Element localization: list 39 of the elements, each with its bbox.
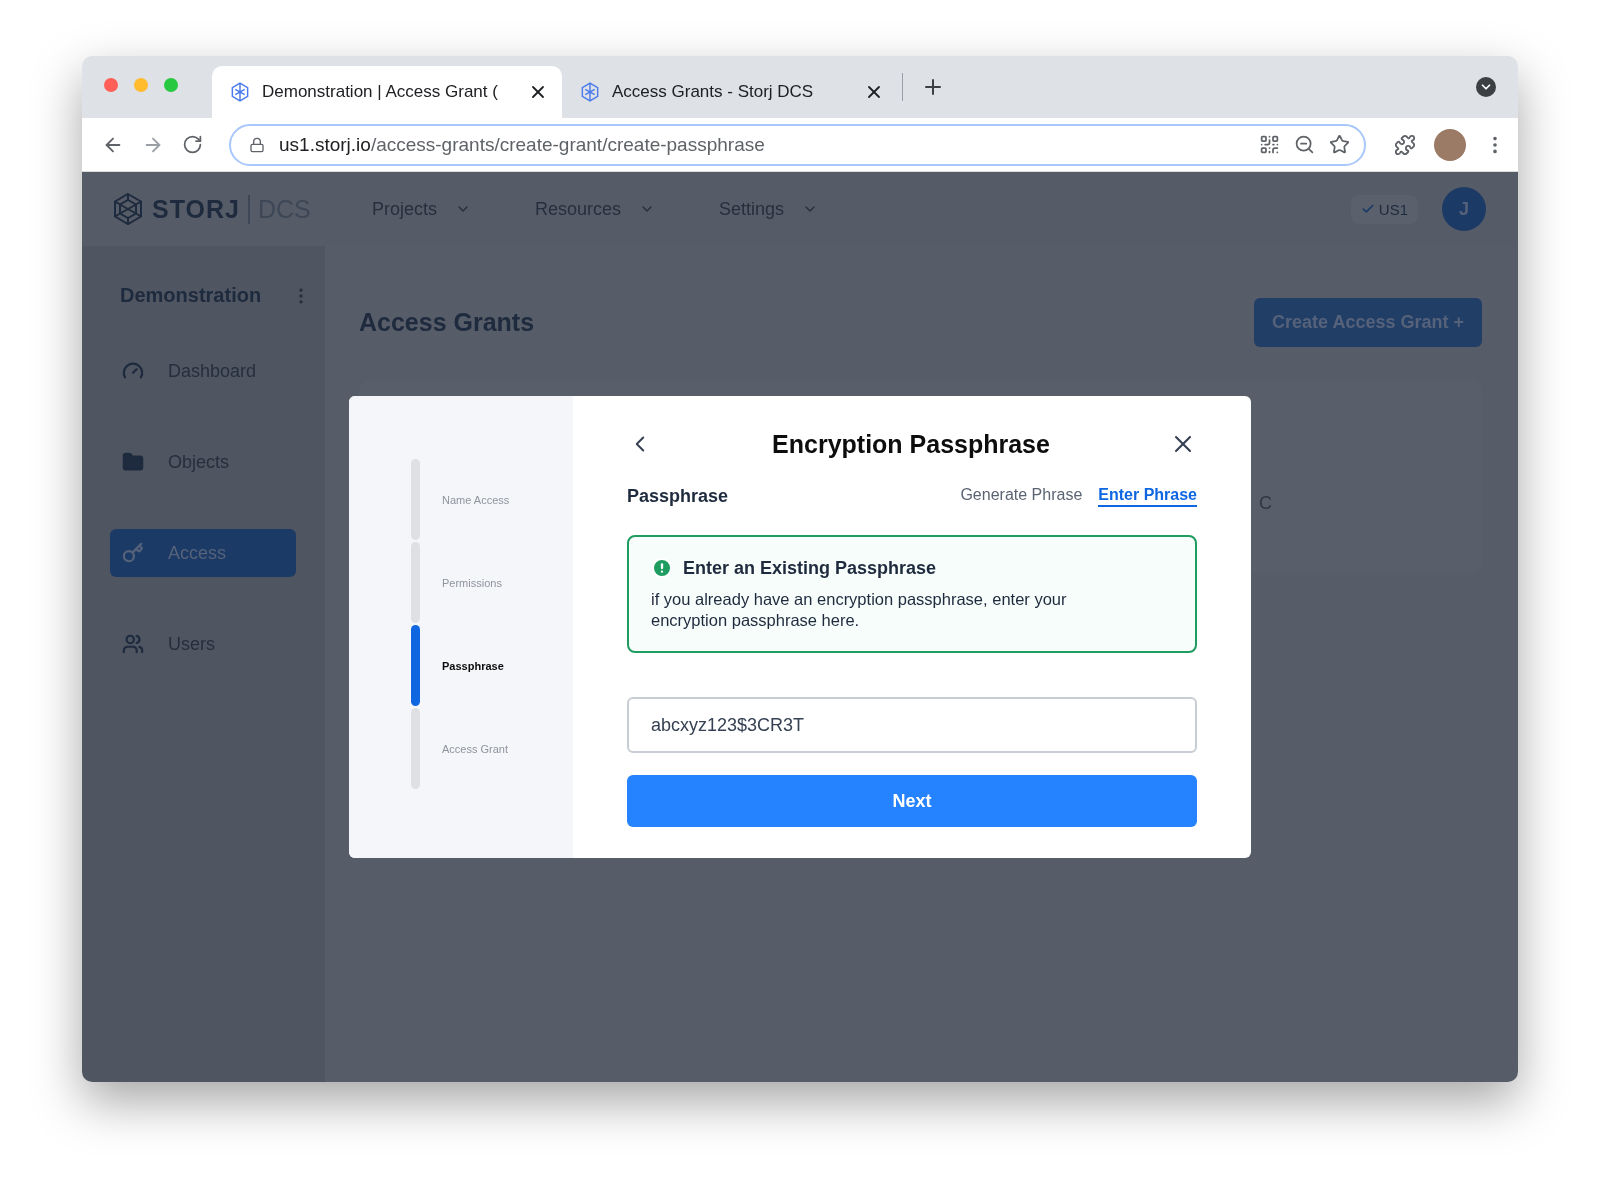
tab-title: Access Grants - Storj DCS	[612, 82, 815, 102]
logo-text: STORJ	[152, 194, 240, 224]
next-button[interactable]: Next	[627, 775, 1197, 827]
user-avatar[interactable]: J	[1442, 187, 1486, 231]
reload-icon[interactable]	[182, 134, 203, 155]
phrase-option-tab[interactable]: Generate Phrase	[960, 486, 1083, 507]
lock-icon	[249, 136, 265, 153]
folder-icon	[122, 451, 144, 473]
site-icon	[580, 82, 600, 102]
tab-search-icon[interactable]	[1476, 77, 1496, 97]
url-text: us1.storj.io/access-grants/create-grant/create-passphrase	[279, 133, 766, 156]
notice-text: if you already have an encryption passphrase, enter your encryption passphrase here.	[651, 589, 1068, 631]
key-icon	[122, 542, 144, 564]
region-selector[interactable]: US1	[1350, 194, 1418, 224]
browser-tab[interactable]: Demonstration | Access Grant (	[212, 66, 562, 118]
modal-title: Encryption Passphrase	[772, 429, 1050, 459]
logo-icon	[112, 192, 144, 226]
alert-icon	[651, 557, 673, 579]
star-icon[interactable]	[1329, 134, 1350, 155]
profile-avatar[interactable]	[1434, 128, 1466, 161]
check-icon	[1360, 202, 1375, 216]
passphrase-input[interactable]: abcxyz123$3CR3T	[627, 697, 1197, 753]
step-label: Permissions	[442, 576, 502, 589]
step-label: Name Access	[442, 493, 510, 506]
site-icon	[230, 82, 250, 102]
phrase-option-tab[interactable]: Enter Phrase	[1098, 486, 1197, 507]
address-bar[interactable]: us1.storj.io/access-grants/create-grant/create-passphrase	[229, 123, 1366, 166]
qr-code-icon[interactable]	[1259, 134, 1280, 155]
sidebar-item[interactable]: Access	[110, 529, 296, 577]
extensions-icon[interactable]	[1394, 133, 1416, 156]
section-label: Passphrase	[627, 486, 729, 507]
notice-title: Enter an Existing Passphrase	[683, 557, 937, 579]
users-icon	[122, 633, 144, 655]
step-label: Passphrase	[442, 659, 504, 672]
browser-tab[interactable]: Access Grants - Storj DCS	[562, 66, 898, 118]
step-label: Access Grant	[442, 742, 509, 755]
page-title: Access Grants	[359, 308, 535, 337]
tab-title: Demonstration | Access Grant (	[262, 82, 499, 102]
zoom-out-icon[interactable]	[1294, 134, 1315, 155]
